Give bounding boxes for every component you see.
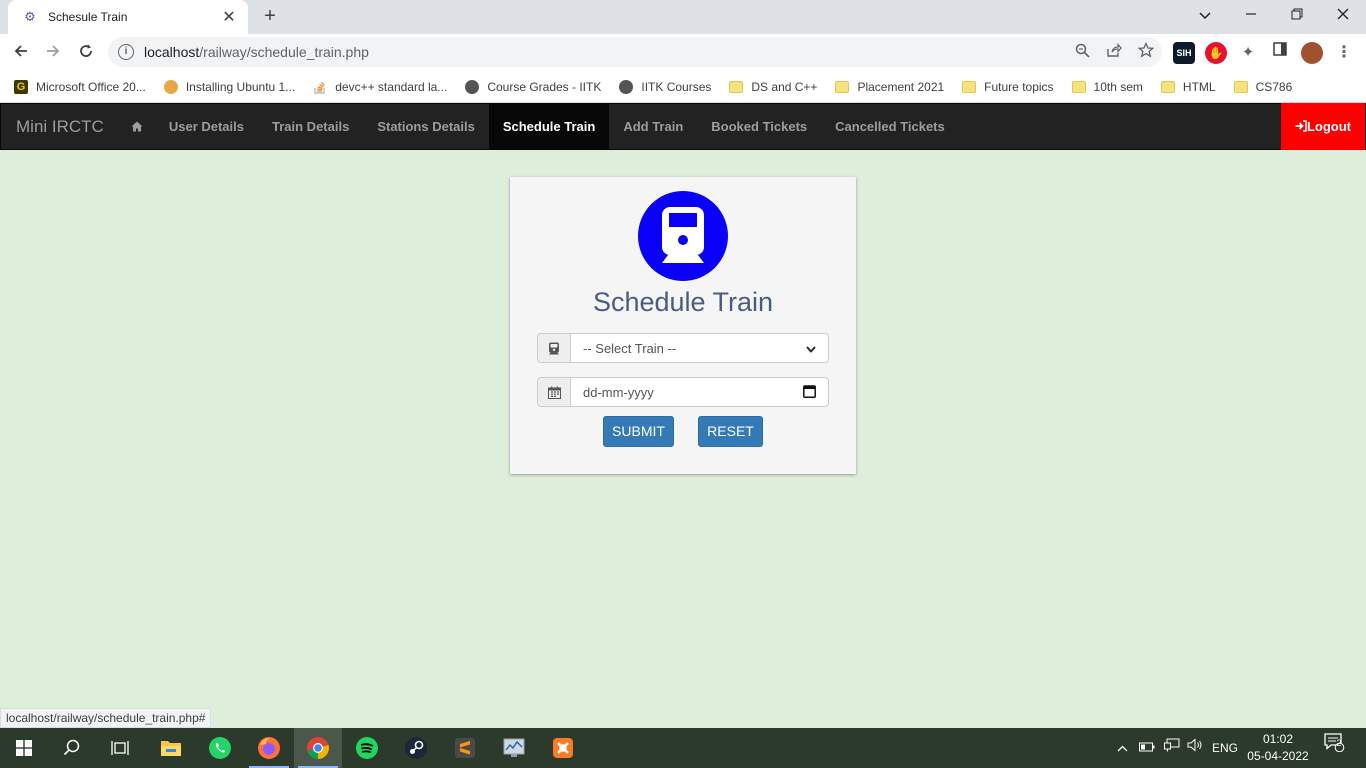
new-tab-button[interactable]: + bbox=[258, 4, 282, 28]
logout-button[interactable]: Logout bbox=[1280, 103, 1365, 150]
bookmark-folder[interactable]: 10th sem bbox=[1071, 80, 1143, 94]
login-arrow-icon bbox=[1295, 119, 1307, 134]
train-select[interactable]: -- Select Train -- bbox=[571, 334, 828, 362]
link-status-bar: localhost/railway/schedule_train.php# bbox=[0, 708, 212, 728]
search-icon[interactable] bbox=[48, 728, 96, 768]
xampp-icon[interactable] bbox=[539, 728, 587, 768]
network-icon[interactable] bbox=[1162, 728, 1182, 768]
bookmarks-bar: G Microsoft Office 20... Installing Ubunt… bbox=[0, 72, 1366, 103]
clock-time: 01:02 bbox=[1262, 732, 1294, 746]
url-text[interactable]: localhost/railway/schedule_train.php bbox=[144, 44, 1066, 60]
windows-taskbar: ENG 01:02 05-04-2022 2 bbox=[0, 728, 1366, 768]
nav-add-train[interactable]: Add Train bbox=[609, 104, 697, 149]
language-indicator[interactable]: ENG bbox=[1212, 728, 1238, 768]
windows-start-icon[interactable] bbox=[0, 728, 48, 768]
nav-booked-tickets[interactable]: Booked Tickets bbox=[697, 104, 821, 149]
whatsapp-icon[interactable] bbox=[196, 728, 244, 768]
folder-icon bbox=[1071, 81, 1086, 93]
notification-center-icon[interactable]: 2 bbox=[1322, 728, 1346, 768]
battery-icon[interactable] bbox=[1138, 728, 1156, 768]
steam-icon[interactable] bbox=[392, 728, 440, 768]
volume-icon[interactable] bbox=[1186, 728, 1204, 768]
spotify-icon[interactable] bbox=[343, 728, 391, 768]
reload-icon[interactable] bbox=[73, 40, 99, 66]
logout-label: Logout bbox=[1306, 119, 1351, 134]
g-icon: G bbox=[14, 80, 28, 94]
browser-tab[interactable]: ⚙ Schesule Train ✕ bbox=[8, 0, 248, 34]
ubuntu-icon bbox=[163, 80, 178, 94]
notification-count: 2 bbox=[1336, 738, 1342, 748]
folder-icon bbox=[1233, 81, 1248, 93]
train-addon-icon bbox=[538, 334, 571, 362]
date-input[interactable]: dd-mm-yyyy bbox=[571, 378, 828, 406]
irctc-favicon-icon: ⚙ bbox=[24, 9, 36, 24]
system-clock[interactable]: 01:02 05-04-2022 bbox=[1246, 731, 1310, 765]
back-icon[interactable] bbox=[8, 40, 34, 66]
restore-icon[interactable] bbox=[1274, 0, 1320, 30]
sih-extension-icon[interactable]: SIH bbox=[1173, 42, 1195, 64]
firefox-icon[interactable] bbox=[245, 728, 293, 768]
tab-search-icon[interactable] bbox=[1182, 0, 1228, 30]
chrome-icon[interactable] bbox=[294, 728, 342, 768]
date-input-group: dd-mm-yyyy bbox=[537, 377, 829, 407]
calendar-icon[interactable] bbox=[803, 384, 816, 401]
profile-avatar[interactable] bbox=[1301, 42, 1323, 64]
nav-user-details[interactable]: User Details bbox=[155, 104, 258, 149]
globe-icon bbox=[465, 80, 480, 94]
bookmark-star-icon[interactable] bbox=[1130, 41, 1162, 62]
task-view-icon[interactable] bbox=[96, 728, 144, 768]
bookmark-folder[interactable]: CS786 bbox=[1233, 80, 1292, 94]
bookmark-item[interactable]: IITK Courses bbox=[619, 80, 711, 94]
app-navbar: Mini IRCTC User Details Train Details St… bbox=[0, 103, 1366, 150]
forward-icon[interactable] bbox=[40, 40, 66, 66]
tray-overflow-chevron-icon[interactable] bbox=[1114, 728, 1130, 768]
bookmark-folder[interactable]: Placement 2021 bbox=[835, 80, 944, 94]
bookmark-folder[interactable]: HTML bbox=[1160, 80, 1216, 94]
bookmark-folder[interactable]: Future topics bbox=[962, 80, 1054, 94]
nav-stations-details[interactable]: Stations Details bbox=[363, 104, 489, 149]
nav-train-details[interactable]: Train Details bbox=[258, 104, 363, 149]
bookmark-item[interactable]: Installing Ubuntu 1... bbox=[163, 80, 295, 94]
side-panel-icon[interactable] bbox=[1269, 42, 1291, 64]
bookmark-folder[interactable]: DS and C++ bbox=[729, 80, 817, 94]
nav-cancelled-tickets[interactable]: Cancelled Tickets bbox=[821, 104, 959, 149]
browser-toolbar: i localhost/railway/schedule_train.php S… bbox=[0, 34, 1366, 72]
chevron-down-icon bbox=[806, 341, 816, 356]
browser-tabstrip: ⚙ Schesule Train ✕ + bbox=[0, 0, 1366, 34]
folder-icon bbox=[1160, 81, 1175, 93]
share-icon[interactable] bbox=[1098, 42, 1130, 62]
stackoverflow-icon bbox=[313, 80, 327, 94]
clock-date: 05-04-2022 bbox=[1247, 749, 1309, 763]
globe-icon bbox=[619, 80, 634, 94]
tab-title: Schesule Train bbox=[48, 10, 128, 24]
tab-close-icon[interactable]: ✕ bbox=[220, 7, 238, 27]
calendar-addon-icon bbox=[538, 378, 571, 406]
sublime-text-icon[interactable] bbox=[441, 728, 489, 768]
performance-monitor-icon[interactable] bbox=[490, 728, 538, 768]
train-icon bbox=[638, 191, 728, 281]
bookmark-item[interactable]: Course Grades - IITK bbox=[465, 80, 601, 94]
bookmark-item[interactable]: devc++ standard la... bbox=[313, 80, 447, 94]
brand-link[interactable]: Mini IRCTC bbox=[1, 104, 119, 149]
home-icon[interactable] bbox=[119, 104, 155, 149]
reset-button[interactable]: RESET bbox=[698, 416, 763, 447]
folder-icon bbox=[962, 81, 977, 93]
browser-menu-icon[interactable]: ⋮ bbox=[1333, 42, 1355, 64]
adblock-extension-icon[interactable]: ✋ bbox=[1205, 42, 1227, 64]
minimize-icon[interactable] bbox=[1228, 0, 1274, 30]
bookmark-item[interactable]: G Microsoft Office 20... bbox=[14, 80, 146, 94]
zoom-icon[interactable] bbox=[1066, 43, 1098, 62]
extensions-puzzle-icon[interactable]: ✦ bbox=[1237, 42, 1259, 64]
address-bar[interactable]: i localhost/railway/schedule_train.php bbox=[108, 37, 1162, 67]
submit-button[interactable]: SUBMIT bbox=[603, 416, 674, 447]
window-close-icon[interactable] bbox=[1320, 0, 1366, 30]
train-select-group: -- Select Train -- bbox=[537, 333, 829, 363]
page-title: Schedule Train bbox=[592, 287, 774, 317]
file-explorer-icon[interactable] bbox=[147, 728, 195, 768]
folder-icon bbox=[729, 81, 744, 93]
nav-schedule-train[interactable]: Schedule Train bbox=[488, 104, 610, 149]
folder-icon bbox=[835, 81, 850, 93]
schedule-train-card: Schedule Train -- Select Train -- dd-mm-… bbox=[510, 177, 856, 474]
site-info-icon[interactable]: i bbox=[118, 44, 134, 60]
